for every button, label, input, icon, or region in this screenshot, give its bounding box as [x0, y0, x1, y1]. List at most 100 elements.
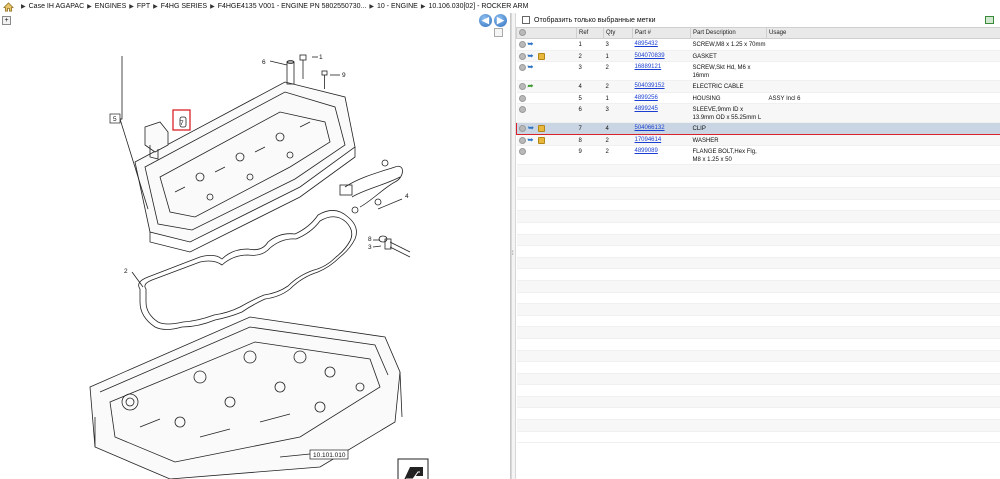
replacement-arrow-icon[interactable]: ➥ [528, 64, 536, 71]
row-description-cell: FLANGE BOLT,Hex Flg, M8 x 1.25 x 50 [690, 145, 767, 165]
empty-cell [766, 303, 1000, 316]
callout-6[interactable]: 6 [262, 59, 266, 66]
header-usage[interactable]: Usage [766, 27, 1000, 39]
table-row[interactable]: ➥ 7 4 504066132 CLIP [516, 122, 1000, 135]
row-description-cell: WASHER [690, 134, 767, 146]
callout-5[interactable]: 5 [113, 116, 117, 123]
exploded-parts-diagram[interactable]: 6 1 9 7 4 8 3 2 5 10.101.010 [0, 27, 504, 479]
breadcrumb-item-section[interactable]: 10 - ENGINE [377, 3, 418, 10]
row-description: SCREW,M8 x 1.25 x 70mm [692, 42, 766, 48]
row-description: SLEEVE,9mm ID x 13.9mm OD x 55.25mm L [692, 107, 762, 121]
empty-row [516, 338, 1000, 351]
table-row[interactable]: ➦ 4 2 504039152 ELECTRIC CABLE [516, 80, 1000, 93]
section-reference-box[interactable]: 10.101.010 [309, 449, 349, 460]
row-usage-cell [766, 122, 1000, 135]
select-circle-icon[interactable] [518, 136, 526, 144]
package-icon[interactable] [538, 125, 545, 132]
empty-cell [690, 315, 767, 328]
package-icon[interactable] [537, 136, 545, 144]
empty-cell [603, 199, 633, 212]
table-row[interactable]: 5 1 4899256 HOUSING ASSY Incl 6 [516, 92, 1000, 104]
callout-4[interactable]: 4 [405, 193, 409, 200]
green-arrow-icon[interactable]: ➦ [528, 83, 536, 90]
empty-cell [766, 164, 1000, 177]
breadcrumb-item-maker[interactable]: FPT [137, 3, 150, 10]
callout-2[interactable]: 2 [124, 268, 128, 275]
empty-cell [603, 164, 633, 177]
row-description-cell: SCREW,Skt Hd, M6 x 16mm [690, 61, 767, 81]
row-usage-cell: ASSY Incl 6 [766, 92, 1000, 104]
table-row[interactable]: ➥ 1 3 4895432 SCREW,M8 x 1.25 x 70mm [516, 38, 1000, 51]
show-selected-only-checkbox[interactable] [522, 16, 530, 24]
select-circle-icon[interactable] [518, 64, 526, 71]
table-row[interactable]: 9 2 4899089 FLANGE BOLT,Hex Flg, M8 x 1.25 … [516, 145, 1000, 165]
callout-3[interactable]: 3 [368, 244, 372, 251]
row-icons-cell [516, 145, 577, 165]
replacement-arrow-icon[interactable]: ➥ [528, 53, 536, 60]
callout-7[interactable]: 7 [180, 120, 184, 127]
package-icon[interactable] [537, 52, 545, 60]
select-circle-icon[interactable] [519, 125, 526, 132]
empty-cell [766, 384, 1000, 397]
home-icon[interactable] [3, 1, 14, 12]
part-number-link[interactable]: 4899245 [635, 106, 658, 112]
empty-cell [603, 338, 633, 351]
select-circle-icon[interactable] [518, 148, 526, 155]
row-description: ELECTRIC CABLE [692, 84, 744, 90]
breadcrumb-item-brand[interactable]: Case IH AGAPAC [29, 3, 85, 10]
row-qty-cell: 4 [603, 122, 633, 135]
previous-diagram-button[interactable]: ◀ [479, 14, 492, 27]
callout-8[interactable]: 8 [368, 236, 372, 243]
callout-1[interactable]: 1 [319, 54, 323, 61]
row-ref: 5 [578, 95, 582, 102]
empty-row [516, 280, 1000, 293]
select-circle-icon[interactable] [518, 41, 526, 48]
table-row[interactable]: ➥ 8 2 17094614 WASHER [516, 134, 1000, 146]
table-row[interactable]: 6 3 4899245 SLEEVE,9mm ID x 13.9mm OD x 55.… [516, 103, 1000, 123]
part-number-link[interactable]: 4899256 [635, 95, 658, 101]
row-qty-cell: 3 [603, 103, 633, 123]
section-reference-label[interactable]: 10.101.010 [313, 452, 346, 459]
empty-cell [632, 280, 691, 293]
header-part-description[interactable]: Part Description [690, 27, 767, 39]
breadcrumb-item-category[interactable]: ENGINES [95, 3, 127, 10]
part-number-link[interactable]: 504070839 [635, 53, 665, 59]
select-circle-icon[interactable] [518, 83, 526, 90]
replacement-arrow-icon[interactable]: ➥ [528, 125, 536, 132]
part-number-link[interactable]: 4899089 [635, 148, 658, 154]
row-ref-cell: 4 [576, 80, 604, 93]
breadcrumb-item-series[interactable]: F4HG SERIES [161, 3, 207, 10]
callout-5-box[interactable]: 5 [109, 113, 121, 124]
empty-cell [690, 199, 767, 212]
part-number-link[interactable]: 504039152 [635, 83, 665, 89]
replacement-arrow-icon[interactable]: ➥ [528, 41, 536, 48]
part-number-link[interactable]: 504066132 [635, 125, 665, 131]
row-icons-cell: ➥ [516, 38, 577, 51]
part-number-link[interactable]: 16889121 [635, 64, 662, 70]
empty-cell [603, 222, 633, 235]
show-selected-only-label[interactable]: Отобразить только выбранные метки [534, 17, 655, 24]
empty-cell [603, 245, 633, 258]
select-circle-icon[interactable] [518, 94, 526, 102]
part-number-link[interactable]: 4895432 [635, 41, 658, 47]
select-all-icon[interactable] [519, 29, 526, 37]
header-qty[interactable]: Qty [603, 27, 633, 39]
empty-cell [516, 280, 577, 293]
callout-9[interactable]: 9 [342, 72, 346, 79]
header-part-number[interactable]: Part # [632, 27, 691, 39]
table-row[interactable]: ➥ 2 1 504070839 GASKET [516, 50, 1000, 62]
replacement-arrow-icon[interactable]: ➥ [528, 137, 536, 144]
row-description-cell: GASKET [690, 50, 767, 62]
next-diagram-button[interactable]: ▶ [494, 14, 507, 27]
table-row[interactable]: ➥ 3 2 16889121 SCREW,Skt Hd, M6 x 16mm [516, 61, 1000, 81]
header-select-column[interactable] [516, 27, 577, 39]
part-number-link[interactable]: 17094614 [635, 137, 662, 143]
empty-cell [576, 350, 604, 363]
select-circle-icon[interactable] [518, 52, 526, 60]
breadcrumb-item-model[interactable]: F4HGE4135 V001 - ENGINE PN 5802550730... [218, 3, 367, 10]
empty-cell [766, 257, 1000, 270]
expand-button[interactable]: + [2, 16, 11, 25]
header-ref[interactable]: Ref [576, 27, 604, 39]
select-circle-icon[interactable] [518, 106, 526, 113]
export-icon[interactable] [985, 16, 994, 24]
